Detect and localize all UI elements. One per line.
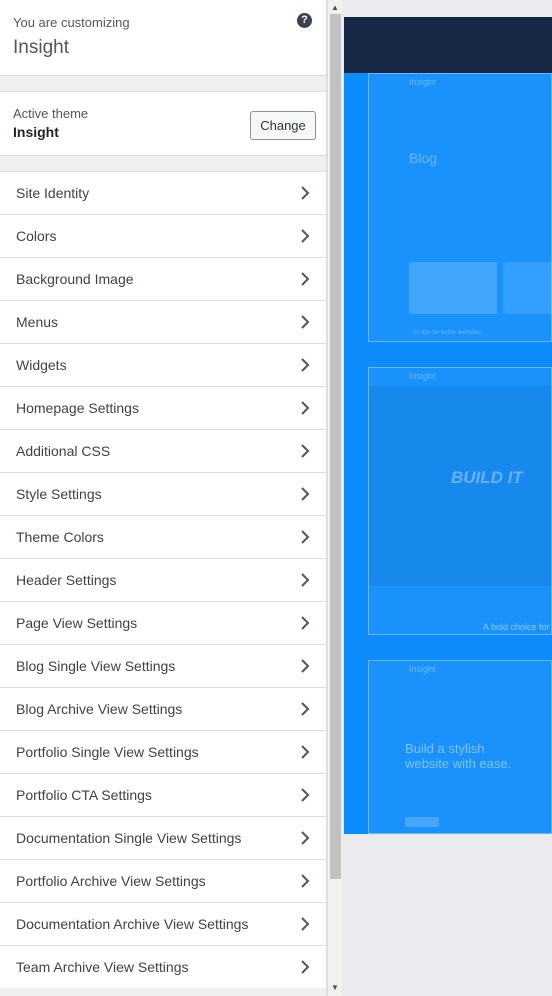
section-menus[interactable]: Menus <box>0 300 326 343</box>
preview-thumbnail <box>409 262 497 314</box>
section-label: Portfolio Archive View Settings <box>16 873 206 889</box>
section-documentation-single-view-settings[interactable]: Documentation Single View Settings <box>0 816 326 859</box>
chevron-right-icon <box>301 659 310 673</box>
section-style-settings[interactable]: Style Settings <box>0 472 326 515</box>
section-label: Blog Archive View Settings <box>16 701 183 717</box>
scrollbar-thumb[interactable] <box>330 14 341 879</box>
customizer-sections: Site Identity Colors Background Image Menus… <box>0 171 326 988</box>
section-label: Blog Single View Settings <box>16 658 176 674</box>
chevron-right-icon <box>301 401 310 415</box>
chevron-right-icon <box>301 573 310 587</box>
section-label: Site Identity <box>16 185 90 201</box>
chevron-right-icon <box>301 487 310 501</box>
panel-scrollbar[interactable]: ▲ ▼ <box>327 0 342 996</box>
preview-overlay: Insight Blog 10 tips for better websites… <box>344 73 552 834</box>
section-label: Documentation Archive View Settings <box>16 916 249 932</box>
section-label: Documentation Single View Settings <box>16 830 242 846</box>
section-label: Additional CSS <box>16 443 111 459</box>
help-icon[interactable]: ? <box>297 13 312 28</box>
section-label: Theme Colors <box>16 529 104 545</box>
section-label: Menus <box>16 314 59 330</box>
section-label: Colors <box>16 228 57 244</box>
section-label: Header Settings <box>16 572 117 588</box>
section-documentation-archive-view-settings[interactable]: Documentation Archive View Settings <box>0 902 326 945</box>
active-theme-label: Active theme <box>13 106 89 121</box>
section-team-archive-view-settings[interactable]: Team Archive View Settings <box>0 945 326 988</box>
preview-heading: Blog <box>409 150 438 166</box>
section-additional-css[interactable]: Additional CSS <box>0 429 326 472</box>
section-portfolio-single-view-settings[interactable]: Portfolio Single View Settings <box>0 730 326 773</box>
preview-caption: 10 tips for better websites <box>413 330 482 336</box>
active-theme-section: Active theme Insight Change <box>0 91 326 156</box>
preview-landing-heading: Build a stylish website with ease. <box>405 741 512 771</box>
section-blog-single-view-settings[interactable]: Blog Single View Settings <box>0 644 326 687</box>
preview-brand: Insight <box>409 664 436 674</box>
section-homepage-settings[interactable]: Homepage Settings <box>0 386 326 429</box>
section-page-view-settings[interactable]: Page View Settings <box>0 601 326 644</box>
chevron-right-icon <box>301 315 310 329</box>
section-label: Widgets <box>16 357 67 373</box>
chevron-right-icon <box>301 358 310 372</box>
preview-thumbnail <box>503 262 552 314</box>
chevron-right-icon <box>301 186 310 200</box>
chevron-right-icon <box>301 745 310 759</box>
chevron-right-icon <box>301 917 310 931</box>
chevron-right-icon <box>301 444 310 458</box>
preview-hero-heading: BUILD IT <box>451 468 523 487</box>
preview-card-landing[interactable]: Insight Build a stylish website with eas… <box>368 660 552 834</box>
section-label: Homepage Settings <box>16 400 139 416</box>
chevron-right-icon <box>301 702 310 716</box>
section-label: Background Image <box>16 271 134 287</box>
chevron-right-icon <box>301 272 310 286</box>
chevron-right-icon <box>301 229 310 243</box>
customizer-info: You are customizing Insight ? <box>0 0 326 76</box>
site-title: Insight <box>13 37 69 58</box>
section-widgets[interactable]: Widgets <box>0 343 326 386</box>
chevron-right-icon <box>301 530 310 544</box>
preview-card-hero[interactable]: Insight BUILD IT A bold choice for <box>368 367 552 635</box>
section-label: Team Archive View Settings <box>16 959 189 975</box>
chevron-right-icon <box>301 616 310 630</box>
section-blog-archive-view-settings[interactable]: Blog Archive View Settings <box>0 687 326 730</box>
section-portfolio-archive-view-settings[interactable]: Portfolio Archive View Settings <box>0 859 326 902</box>
section-label: Style Settings <box>16 486 102 502</box>
section-background-image[interactable]: Background Image <box>0 257 326 300</box>
section-label: Page View Settings <box>16 615 138 631</box>
chevron-right-icon <box>301 831 310 845</box>
section-site-identity[interactable]: Site Identity <box>0 171 326 214</box>
customizer-panel: You are customizing Insight ? Active the… <box>0 0 327 996</box>
section-label: Portfolio Single View Settings <box>16 744 199 760</box>
customizing-label: You are customizing <box>13 15 130 30</box>
section-label: Portfolio CTA Settings <box>16 787 152 803</box>
change-theme-button[interactable]: Change <box>250 111 316 140</box>
preview-cta-button <box>405 817 439 827</box>
scroll-down-icon[interactable]: ▼ <box>331 983 339 992</box>
preview-brand: Insight <box>409 371 436 381</box>
preview-brand: Insight <box>409 77 436 87</box>
section-portfolio-cta-settings[interactable]: Portfolio CTA Settings <box>0 773 326 816</box>
preview-card-blog[interactable]: Insight Blog 10 tips for better websites <box>368 73 552 342</box>
section-theme-colors[interactable]: Theme Colors <box>0 515 326 558</box>
section-header-settings[interactable]: Header Settings <box>0 558 326 601</box>
preview-header-bar <box>344 17 552 73</box>
site-preview[interactable]: Insight Blog 10 tips for better websites… <box>344 0 552 996</box>
chevron-right-icon <box>301 960 310 974</box>
section-colors[interactable]: Colors <box>0 214 326 257</box>
chevron-right-icon <box>301 874 310 888</box>
scroll-up-icon[interactable]: ▲ <box>331 3 339 12</box>
chevron-right-icon <box>301 788 310 802</box>
active-theme-name: Insight <box>13 124 59 140</box>
preview-caption: A bold choice for <box>483 622 550 632</box>
